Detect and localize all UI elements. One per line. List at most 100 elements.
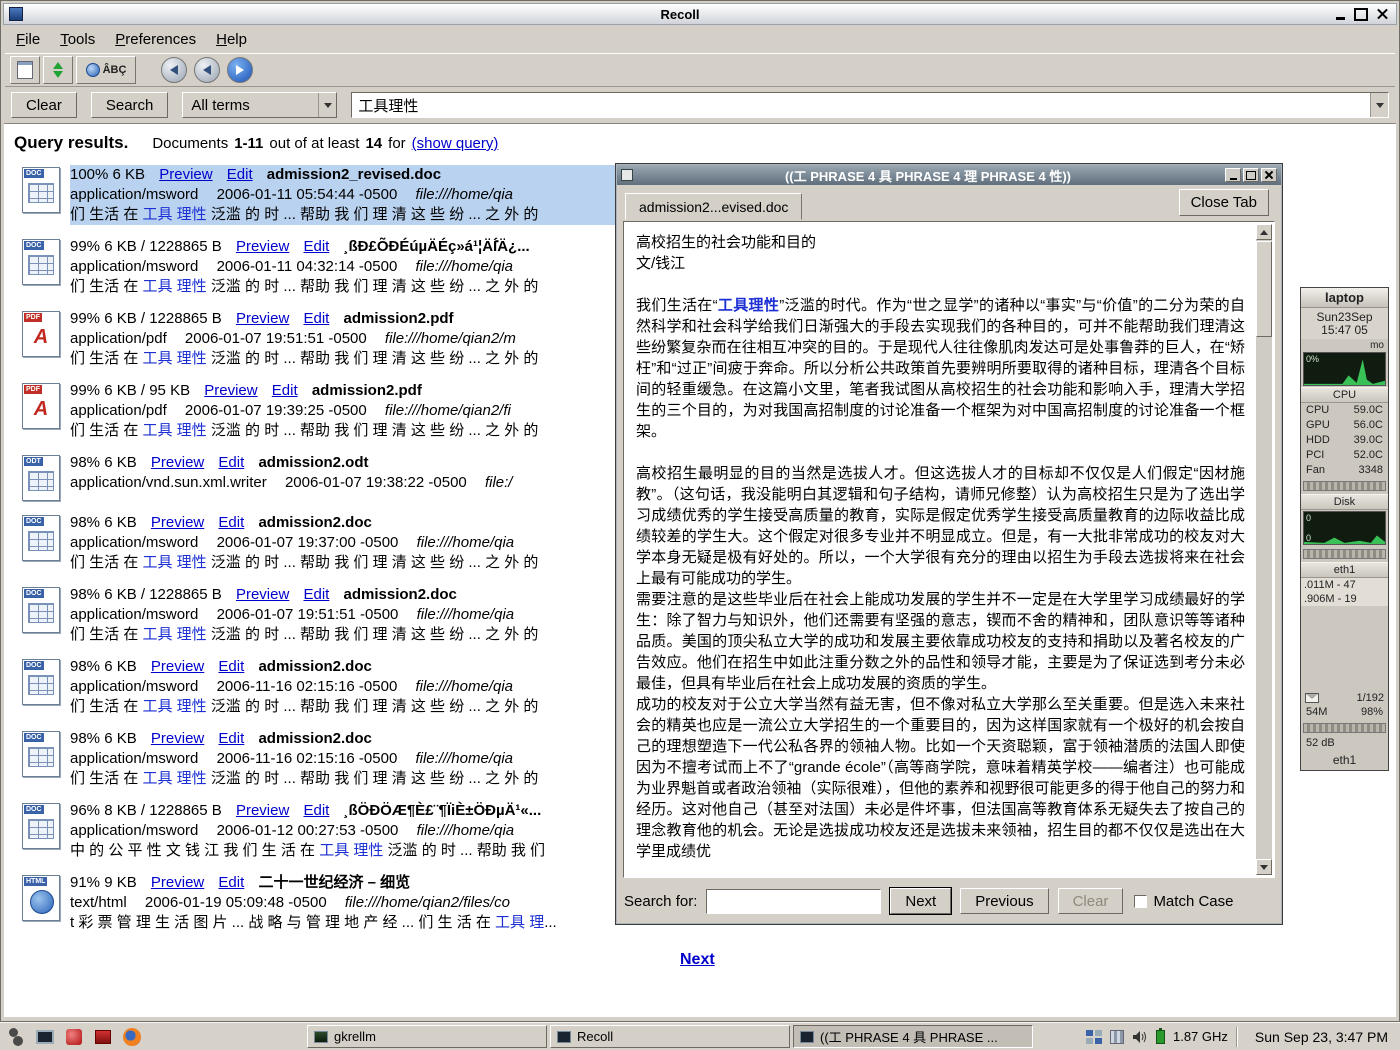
previous-page-button[interactable] <box>194 57 220 83</box>
preview-link[interactable]: Preview <box>151 658 204 675</box>
result-date: 2006-01-11 05:54:44 -0500 <box>217 186 398 203</box>
net-rx-row: .011M - 47 <box>1301 578 1388 592</box>
preview-close-button[interactable] <box>1261 168 1277 182</box>
preview-link[interactable]: Preview <box>151 454 204 471</box>
next-results-link[interactable]: Next <box>680 951 715 969</box>
scroll-down-button[interactable] <box>1256 859 1272 875</box>
edit-link[interactable]: Edit <box>272 382 298 399</box>
result-line1: 96% 8 KB / 1228865 B Preview Edit ¸ßÖÐÖÆ… <box>70 801 618 821</box>
query-results-title: Query results. <box>14 133 128 153</box>
edit-link[interactable]: Edit <box>303 586 329 603</box>
taskbar-clock[interactable]: Sun Sep 23, 3:47 PM <box>1245 1029 1396 1045</box>
browser-launcher[interactable] <box>120 1025 144 1049</box>
search-mode-select[interactable]: All terms <box>182 92 337 118</box>
result-line2: application/msword 2006-01-12 00:27:53 -… <box>70 821 618 841</box>
keyboard-indicator-icon[interactable] <box>1086 1030 1102 1044</box>
result-date: 2006-01-19 05:09:48 -0500 <box>145 894 327 911</box>
edit-link[interactable]: Edit <box>303 310 329 327</box>
preview-link[interactable]: Preview <box>204 382 257 399</box>
preview-link[interactable]: Preview <box>151 874 204 891</box>
query-history-arrow[interactable] <box>1370 93 1388 117</box>
menu-preferences[interactable]: Preferences <box>106 29 205 50</box>
preview-link[interactable]: Preview <box>159 166 212 183</box>
term-explorer-button[interactable]: ÂBÇ <box>76 56 136 84</box>
menu-tools[interactable]: Tools <box>51 29 104 50</box>
app-launcher-2[interactable] <box>91 1025 115 1049</box>
cpu-frequency: 1.87 GHz <box>1173 1029 1228 1044</box>
preview-tab[interactable]: admission2...evised.doc <box>625 193 802 220</box>
preview-link[interactable]: Preview <box>151 514 204 531</box>
result-date: 2006-11-16 02:15:16 -0500 <box>217 678 398 695</box>
next-page-button[interactable] <box>227 57 253 83</box>
app-launcher-1[interactable] <box>62 1025 86 1049</box>
history-clock-icon <box>86 63 100 77</box>
edit-link[interactable]: Edit <box>227 166 253 183</box>
window-menu-icon[interactable] <box>9 7 23 21</box>
preview-minimize-button[interactable] <box>1225 168 1241 182</box>
taskbar-window-button[interactable]: Recoll <box>550 1025 790 1048</box>
terminal-launcher[interactable] <box>33 1025 57 1049</box>
edit-link[interactable]: Edit <box>218 514 244 531</box>
minimize-button[interactable] <box>1331 6 1349 22</box>
preview-scrollbar[interactable] <box>1256 224 1272 875</box>
disk-chart: 0 0 <box>1303 511 1386 545</box>
combo-arrow[interactable] <box>318 93 336 117</box>
preview-link[interactable]: Preview <box>236 586 289 603</box>
battery-icon[interactable] <box>1156 1030 1165 1044</box>
find-next-button[interactable]: Next <box>890 888 951 914</box>
edit-link[interactable]: Edit <box>303 238 329 255</box>
match-case-checkbox[interactable] <box>1134 895 1147 908</box>
query-combo <box>351 92 1389 118</box>
preview-link[interactable]: Preview <box>151 730 204 747</box>
speaker-icon[interactable] <box>1132 1030 1148 1044</box>
result-filename: 二十一世纪经济 – 细览 <box>258 874 410 891</box>
find-previous-button[interactable]: Previous <box>960 888 1048 914</box>
result-text: 96% 8 KB / 1228865 B Preview Edit ¸ßÖÐÖÆ… <box>70 801 618 861</box>
titlebar[interactable]: Recoll <box>3 3 1397 25</box>
gkrellm-time: 15:47 05 <box>1301 324 1388 337</box>
preview-findbar: Search for: Next Previous Clear Match Ca… <box>624 886 1274 916</box>
file-page-icon: DOC <box>22 515 60 561</box>
find-clear-button[interactable]: Clear <box>1058 888 1124 914</box>
close-button[interactable] <box>1373 6 1391 22</box>
taskbar-window-button[interactable]: gkrellm <box>307 1025 547 1048</box>
result-line1: 98% 6 KB Preview Edit admission2.odt <box>70 453 618 473</box>
preview-maximize-button[interactable] <box>1243 168 1259 182</box>
preview-link[interactable]: Preview <box>236 238 289 255</box>
scroll-up-button[interactable] <box>1256 224 1272 240</box>
sort-by-dates-button[interactable] <box>43 56 73 84</box>
net-tx-row: .906M - 19 <box>1301 592 1388 606</box>
edit-link[interactable]: Edit <box>218 730 244 747</box>
sensor-value: 52.0C <box>1354 448 1383 463</box>
preview-link[interactable]: Preview <box>236 310 289 327</box>
edit-link[interactable]: Edit <box>218 658 244 675</box>
result-snippet: 们 生活 在 工具 理性 泛滥 的 时 ... 帮助 我 们 理 清 这 些 纷… <box>70 205 618 225</box>
result-date: 2006-01-12 00:27:53 -0500 <box>217 822 399 839</box>
menu-file[interactable]: File <box>7 29 49 50</box>
menu-help[interactable]: Help <box>207 29 256 50</box>
file-type-icon: DOC <box>12 801 70 861</box>
taskbar-window-button[interactable]: ((工 PHRASE 4 具 PHRASE ... <box>793 1025 1033 1048</box>
table-view-button[interactable] <box>10 56 40 84</box>
find-input[interactable] <box>706 889 881 914</box>
preview-titlebar[interactable]: ((工 PHRASE 4 具 PHRASE 4 理 PHRASE 4 性)) <box>617 165 1281 185</box>
search-button[interactable]: Search <box>91 92 169 118</box>
edit-link[interactable]: Edit <box>218 874 244 891</box>
search-input[interactable] <box>352 93 1370 117</box>
preview-text[interactable]: 高校招生的社会功能和目的文/钱江我们生活在“工具理性”泛滥的时代。作为“世之显学… <box>626 224 1255 875</box>
show-query-link[interactable]: (show query) <box>412 135 499 152</box>
tray-applet-icon[interactable] <box>1110 1030 1124 1044</box>
edit-link[interactable]: Edit <box>303 802 329 819</box>
edit-link[interactable]: Edit <box>218 454 244 471</box>
file-page-icon: ODT <box>22 455 60 501</box>
close-tab-button[interactable]: Close Tab <box>1179 189 1269 216</box>
maximize-button[interactable] <box>1352 6 1370 22</box>
preview-link[interactable]: Preview <box>236 802 289 819</box>
scrollbar-thumb[interactable] <box>1256 241 1272 337</box>
main-menu-button[interactable] <box>4 1025 28 1049</box>
first-page-button[interactable] <box>161 57 187 83</box>
result-line1: 98% 6 KB Preview Edit admission2.doc <box>70 729 618 749</box>
clear-button[interactable]: Clear <box>11 92 77 118</box>
result-filename: admission2.doc <box>258 514 371 531</box>
search-mode-value: All terms <box>191 97 249 114</box>
